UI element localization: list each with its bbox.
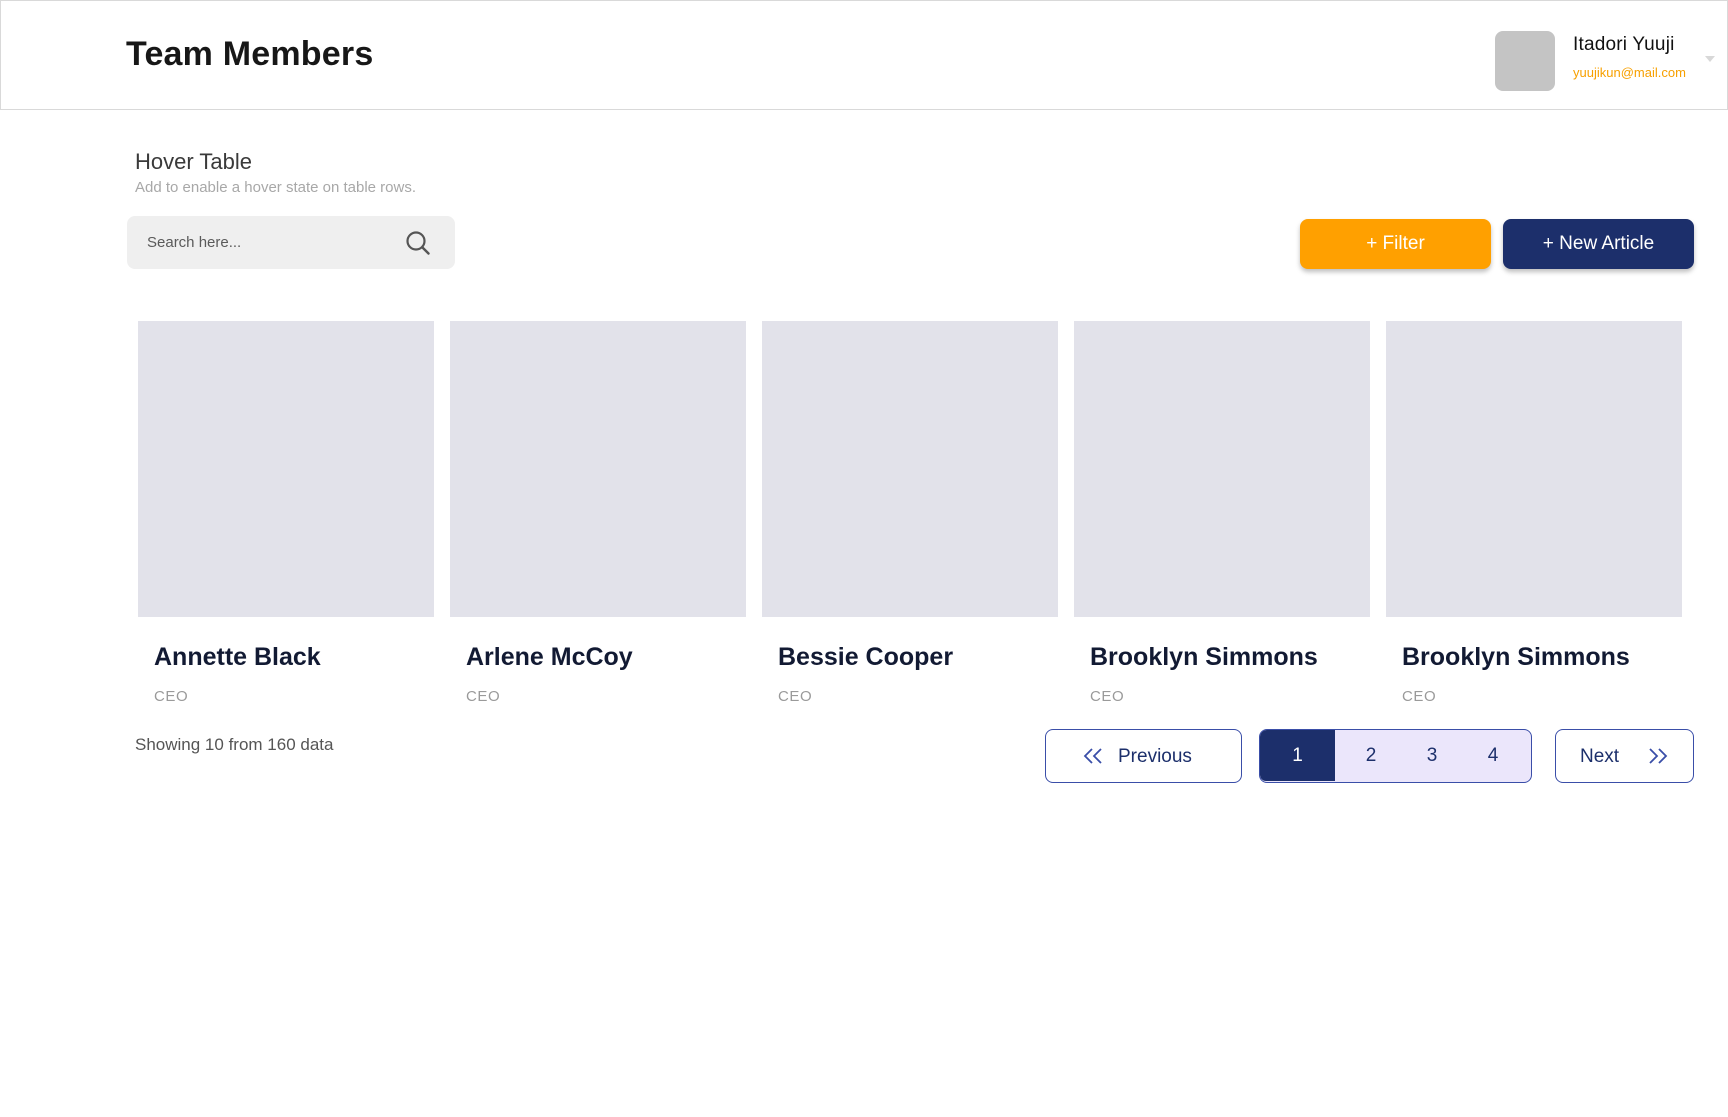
member-photo	[1386, 321, 1682, 617]
page-button-2[interactable]: 2	[1356, 730, 1386, 781]
member-card[interactable]: Brooklyn Simmons CEO	[1386, 321, 1682, 705]
member-role: CEO	[154, 688, 189, 705]
page-button-3[interactable]: 3	[1417, 730, 1447, 781]
member-name: Brooklyn Simmons	[1090, 643, 1318, 671]
member-card[interactable]: Arlene McCoy CEO	[450, 321, 746, 705]
section-title: Hover Table	[135, 149, 252, 174]
page-selector: 1 2 3 4	[1259, 729, 1532, 783]
page-button-4[interactable]: 4	[1478, 730, 1508, 781]
avatar[interactable]	[1495, 31, 1555, 91]
previous-button[interactable]: Previous	[1045, 729, 1242, 783]
search-box	[127, 216, 455, 269]
member-role: CEO	[1402, 688, 1437, 705]
member-photo	[762, 321, 1058, 617]
member-role: CEO	[1090, 688, 1125, 705]
member-card[interactable]: Bessie Cooper CEO	[762, 321, 1058, 705]
member-photo	[138, 321, 434, 617]
page-button-1[interactable]: 1	[1260, 730, 1335, 781]
double-chevron-right-icon	[1649, 748, 1668, 764]
member-photo	[450, 321, 746, 617]
member-name: Brooklyn Simmons	[1402, 643, 1630, 671]
next-button[interactable]: Next	[1555, 729, 1694, 783]
search-icon[interactable]	[404, 229, 432, 257]
page-title: Team Members	[126, 35, 374, 73]
filter-button[interactable]: + Filter	[1300, 219, 1491, 269]
next-label: Next	[1580, 746, 1620, 767]
user-email: yuujikun@mail.com	[1573, 65, 1686, 80]
top-bar: Team Members Itadori Yuuji yuujikun@mail…	[0, 0, 1728, 110]
member-photo	[1074, 321, 1370, 617]
member-card[interactable]: Brooklyn Simmons CEO	[1074, 321, 1370, 705]
member-name: Bessie Cooper	[778, 643, 954, 671]
member-name: Annette Black	[154, 643, 321, 671]
double-chevron-left-icon	[1083, 748, 1102, 764]
new-article-button[interactable]: + New Article	[1503, 219, 1694, 269]
member-card[interactable]: Annette Black CEO	[138, 321, 434, 705]
member-name: Arlene McCoy	[466, 643, 633, 671]
showing-summary: Showing 10 from 160 data	[135, 735, 334, 754]
chevron-down-icon[interactable]	[1705, 56, 1715, 62]
previous-label: Previous	[1118, 746, 1192, 767]
search-input[interactable]	[147, 216, 397, 269]
user-name: Itadori Yuuji	[1573, 34, 1675, 55]
section-subtitle: Add to enable a hover state on table row…	[135, 179, 417, 196]
member-grid: Annette Black CEO Arlene McCoy CEO Bessi…	[138, 321, 1682, 705]
member-role: CEO	[778, 688, 813, 705]
member-role: CEO	[466, 688, 501, 705]
